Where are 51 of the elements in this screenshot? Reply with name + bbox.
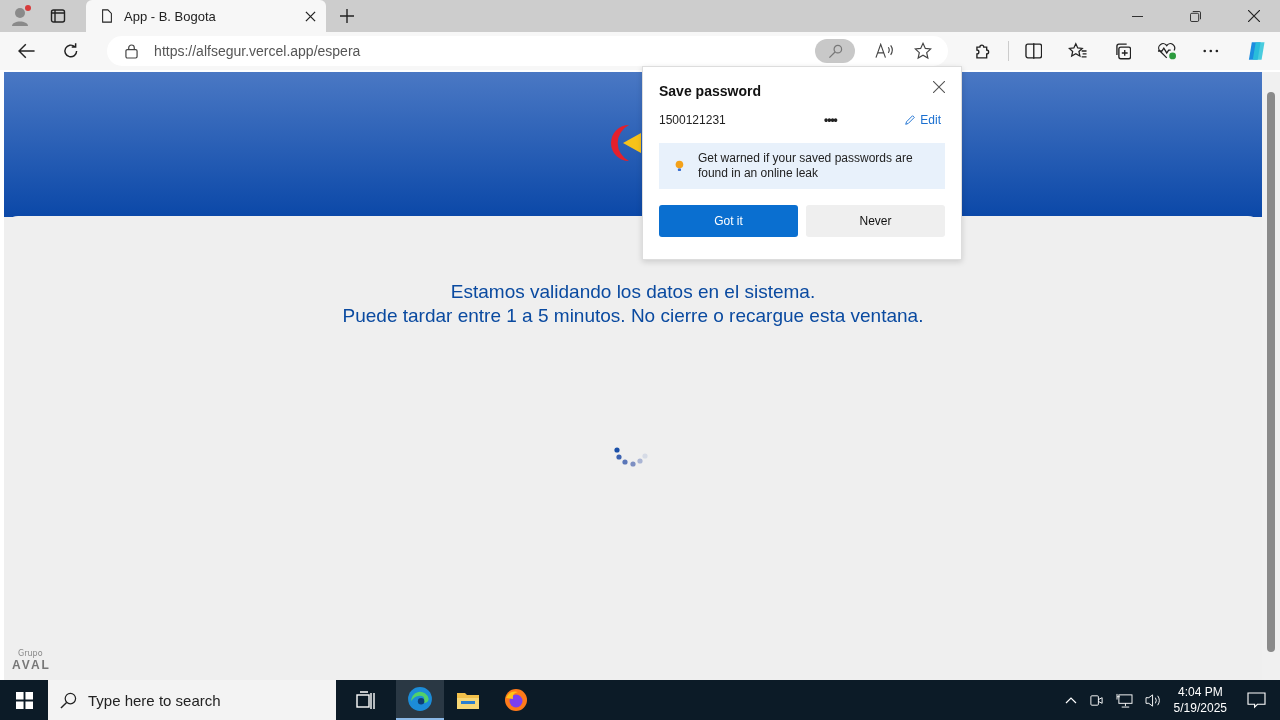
address-bar[interactable]: https://alfsegur.vercel.app/espera: [107, 36, 949, 66]
edit-link[interactable]: Edit: [904, 113, 941, 127]
back-icon[interactable]: [18, 43, 36, 59]
new-tab-icon[interactable]: [340, 9, 354, 23]
windows-logo-icon: [15, 691, 33, 709]
scrollbar[interactable]: [1262, 72, 1280, 680]
network-icon[interactable]: [1115, 692, 1133, 708]
extensions-icon[interactable]: [974, 42, 992, 60]
folder-icon[interactable]: [456, 690, 480, 710]
camera-icon[interactable]: [1088, 692, 1104, 708]
logo-icon: [609, 124, 643, 162]
lock-icon: [125, 43, 139, 59]
task-view-icon[interactable]: [356, 691, 376, 709]
search-icon: [60, 692, 77, 709]
clock-date[interactable]: 5/19/2025: [1173, 700, 1227, 716]
favorites-icon[interactable]: [1068, 42, 1088, 60]
clock-time[interactable]: 4:04 PM: [1177, 684, 1223, 700]
masked-password: ••••: [824, 113, 839, 127]
notifications-icon[interactable]: [1247, 691, 1266, 709]
status-message: Estamos validando los datos en el sistema. Puede tardar entre 1 a 5 minutos. No cierre o recargue esta ventana.: [342, 280, 924, 328]
more-icon[interactable]: [1203, 49, 1219, 53]
star-icon[interactable]: [914, 42, 933, 60]
collections-icon[interactable]: [1113, 42, 1132, 60]
edge-browser-icon[interactable]: [407, 686, 433, 712]
pencil-icon: [904, 114, 917, 126]
password-key-button[interactable]: [815, 39, 856, 63]
logo-text: AVAL: [12, 658, 51, 672]
username-text: 1500121231: [659, 113, 727, 127]
tab-actions-icon[interactable]: [50, 8, 66, 24]
profile-icon[interactable]: [10, 4, 34, 28]
close-icon[interactable]: [1248, 10, 1260, 22]
logo-caption: Grupo: [18, 649, 44, 658]
split-screen-icon[interactable]: [1024, 42, 1043, 60]
read-aloud-icon[interactable]: [875, 43, 895, 59]
page-icon: [100, 8, 114, 24]
taskbar-search-field[interactable]: Type here to search: [48, 680, 336, 720]
firefox-icon[interactable]: [504, 688, 528, 712]
close-icon[interactable]: [305, 10, 316, 22]
key-icon: [827, 43, 843, 59]
browser-tab[interactable]: App - B. Bogota: [86, 0, 326, 32]
health-icon[interactable]: [1157, 42, 1177, 60]
volume-icon[interactable]: [1144, 692, 1162, 708]
url-text: https://alfsegur.vercel.app/espera: [154, 43, 361, 59]
confirm-button[interactable]: Got it: [659, 205, 798, 237]
chevron-up-icon[interactable]: [1064, 696, 1077, 704]
notice-text: Get warned if your saved passwords are found in an online leak: [697, 151, 914, 181]
refresh-icon[interactable]: [61, 42, 80, 60]
close-icon[interactable]: [933, 81, 945, 93]
popup-title: Save password: [659, 83, 761, 99]
restore-icon[interactable]: [1190, 10, 1201, 22]
dismiss-button[interactable]: Never: [806, 205, 945, 237]
